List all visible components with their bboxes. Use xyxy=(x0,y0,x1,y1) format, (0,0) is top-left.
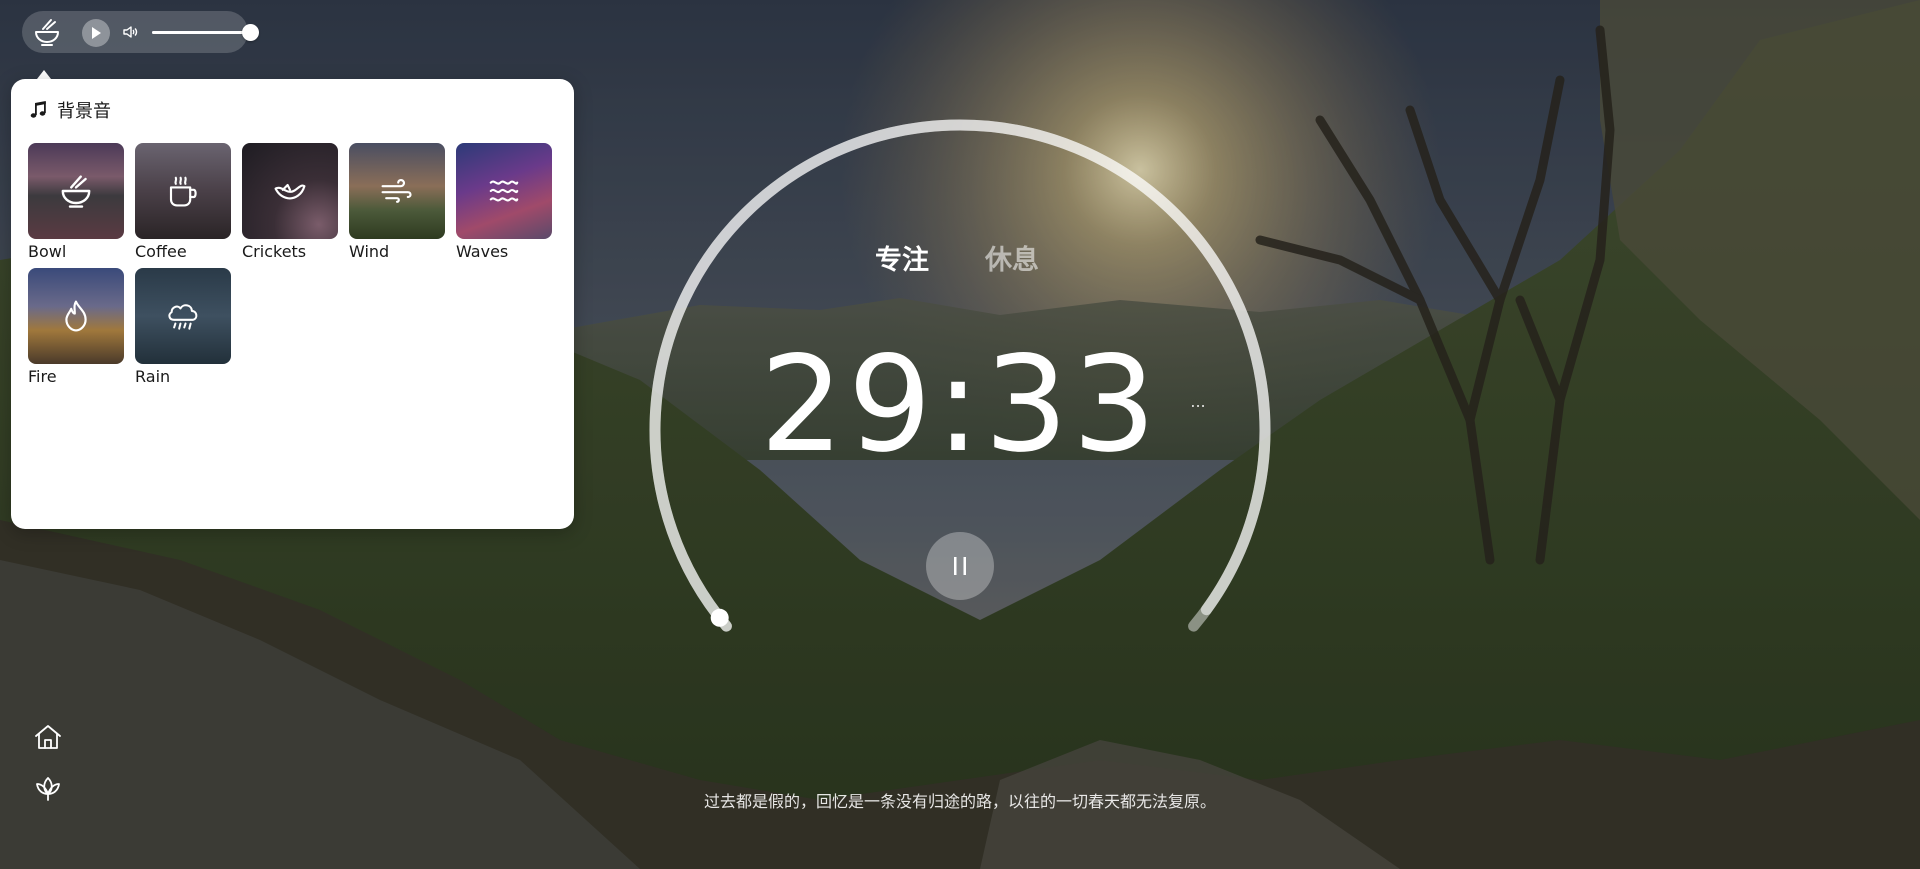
play-button[interactable] xyxy=(82,19,110,47)
sound-item-waves[interactable]: Waves xyxy=(456,143,552,262)
sound-player-bar xyxy=(22,11,259,53)
home-icon[interactable] xyxy=(33,722,63,752)
panel-header: 背景音 xyxy=(29,97,111,123)
sound-item-rain[interactable]: Rain xyxy=(135,268,231,387)
sound-label: Crickets xyxy=(242,242,307,261)
waves-icon xyxy=(489,180,519,202)
volume-slider-thumb[interactable] xyxy=(242,24,259,41)
tab-rest[interactable]: 休息 xyxy=(985,238,1039,277)
cricket-icon xyxy=(274,183,306,200)
pause-button[interactable] xyxy=(926,532,994,600)
sound-thumb-rain xyxy=(135,268,231,364)
panel-title: 背景音 xyxy=(57,101,111,122)
play-icon xyxy=(92,27,101,39)
sound-thumb-coffee xyxy=(135,143,231,239)
sound-thumb-wind xyxy=(349,143,445,239)
background-sound-panel: 背景音 Bowl Coffee Crickets Wind Waves Fire… xyxy=(11,79,574,529)
music-note-icon xyxy=(30,101,46,118)
sound-item-fire[interactable]: Fire xyxy=(28,268,124,387)
sound-item-wind[interactable]: Wind xyxy=(349,143,445,262)
pause-icon xyxy=(954,557,966,575)
coffee-cup-icon xyxy=(169,176,197,207)
timer-display: 29:33 xyxy=(759,328,1161,482)
quote-text: 过去都是假的，回忆是一条没有归途的路，以往的一切春天都无法复原。 xyxy=(703,792,1216,811)
flame-icon xyxy=(65,300,87,332)
background-scene: 背景音 Bowl Coffee Crickets Wind Waves Fire… xyxy=(0,0,1920,869)
volume-fill xyxy=(152,31,250,34)
tab-focus[interactable]: 专注 xyxy=(875,238,929,277)
panel-pointer xyxy=(37,70,51,79)
ring-progress-knob xyxy=(710,608,729,627)
bowl-icon xyxy=(61,175,91,208)
sound-label: Fire xyxy=(28,367,57,386)
speaker-icon[interactable] xyxy=(122,24,138,40)
sound-item-coffee[interactable]: Coffee xyxy=(135,143,231,262)
sound-thumb-bowl xyxy=(28,143,124,239)
bowl-icon xyxy=(35,19,59,46)
sound-label: Waves xyxy=(456,242,509,261)
sound-label: Rain xyxy=(135,367,171,386)
timer-more-button[interactable]: ... xyxy=(1188,394,1208,415)
volume-slider[interactable] xyxy=(152,24,259,41)
current-sound-button[interactable] xyxy=(32,17,62,47)
sound-item-crickets[interactable]: Crickets xyxy=(242,143,338,262)
sound-thumb-waves xyxy=(456,143,552,239)
sound-thumb-crickets xyxy=(242,143,338,239)
sound-label: Wind xyxy=(349,242,390,261)
sound-label: Coffee xyxy=(135,242,187,261)
sound-item-bowl[interactable]: Bowl xyxy=(28,143,124,262)
wind-icon xyxy=(381,179,412,203)
sound-label: Bowl xyxy=(28,242,67,261)
sound-grid: Bowl Coffee Crickets Wind Waves Fire Rai… xyxy=(28,143,552,387)
timer-mode-tabs: 专注 休息 xyxy=(875,238,1039,277)
sound-thumb-fire xyxy=(28,268,124,364)
rain-cloud-icon xyxy=(168,304,198,330)
